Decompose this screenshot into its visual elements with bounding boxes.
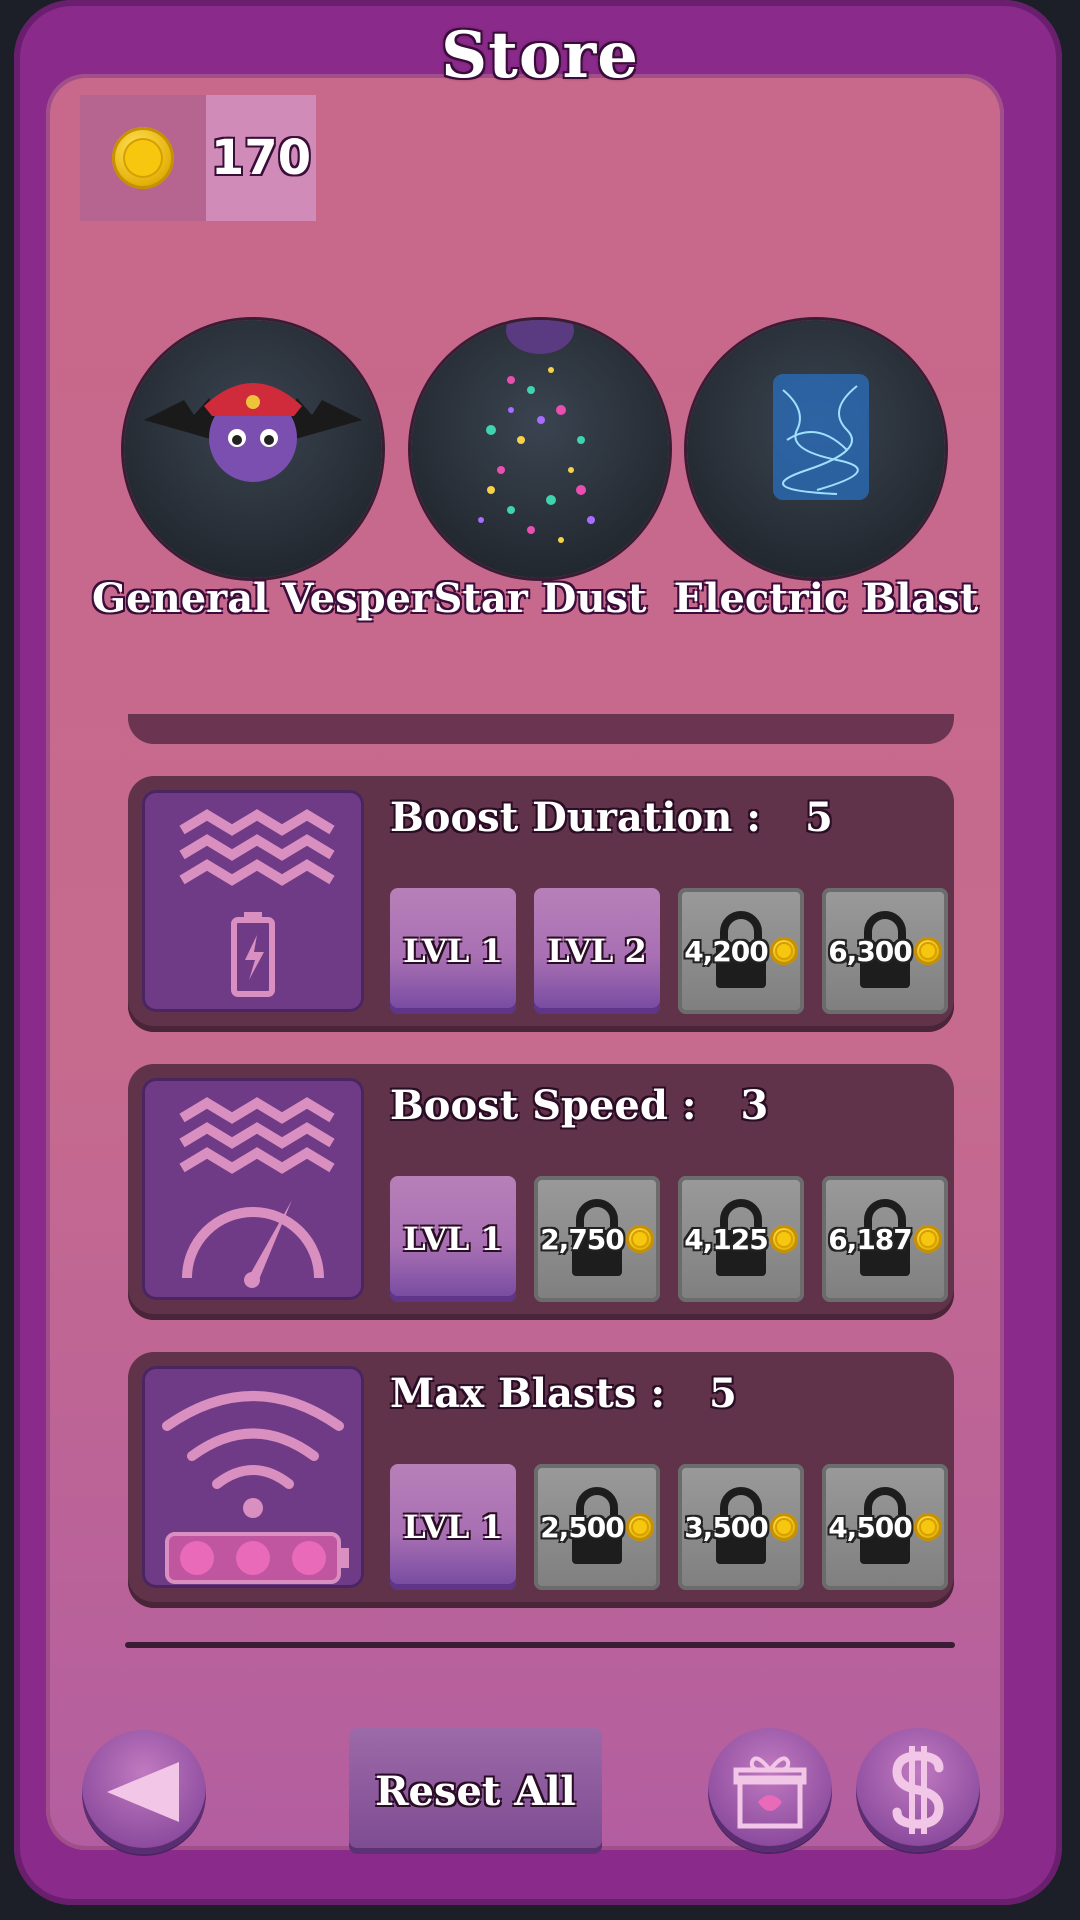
price-label: 4,200 <box>684 935 798 968</box>
level-button-locked[interactable]: 2,750 <box>534 1176 660 1302</box>
coin-icon <box>913 1225 942 1253</box>
level-button-locked[interactable]: 3,500 <box>678 1464 804 1590</box>
level-button-locked[interactable]: 4,125 <box>678 1176 804 1302</box>
upgrade-level-value: 5 <box>804 794 833 841</box>
back-button[interactable] <box>82 1730 206 1854</box>
coin-icon <box>769 937 798 965</box>
back-arrow-icon <box>107 1762 179 1822</box>
featured-item-general-vesper[interactable] <box>124 320 382 578</box>
level-button-locked[interactable]: 4,500 <box>822 1464 948 1590</box>
price-label: 2,750 <box>540 1223 654 1256</box>
coin-icon <box>625 1513 654 1541</box>
level-button-owned[interactable]: LVL 2 <box>534 888 660 1014</box>
coin-icon-cell <box>80 95 206 221</box>
upgrade-card-partial <box>128 714 954 744</box>
bat-character-icon <box>144 383 362 482</box>
coin-icon <box>913 1513 942 1541</box>
upgrade-level-value: 3 <box>740 1082 769 1129</box>
coin-icon <box>769 1513 798 1541</box>
list-divider <box>125 1642 955 1648</box>
coin-icon <box>913 937 942 965</box>
gift-icon <box>733 1756 807 1829</box>
featured-label-general-vesper: General Vesper <box>92 575 433 622</box>
featured-label-star-dust: Star Dust <box>433 575 647 622</box>
upgrade-card-boost-speed: Boost Speed : 3 LVL 1 2,750 4,125 6,187 <box>128 1064 954 1320</box>
level-button-owned[interactable]: LVL 1 <box>390 888 516 1014</box>
upgrades-list[interactable]: Boost Duration : 5 LVL 1 LVL 2 4,200 6,3… <box>120 714 960 1646</box>
purchase-coins-button[interactable] <box>856 1728 980 1852</box>
boost-speed-icon <box>142 1078 364 1300</box>
max-blasts-icon <box>142 1366 364 1588</box>
level-button-locked[interactable]: 2,500 <box>534 1464 660 1590</box>
price-label: 3,500 <box>684 1511 798 1544</box>
price-label: 2,500 <box>540 1511 654 1544</box>
coin-icon <box>112 127 174 189</box>
coin-icon <box>625 1225 654 1253</box>
coin-icon <box>769 1225 798 1253</box>
coin-balance: 170 <box>80 95 316 221</box>
dollar-icon <box>892 1746 944 1834</box>
coin-amount: 170 <box>210 130 312 186</box>
upgrade-title-boost-duration: Boost Duration : 5 <box>390 794 833 841</box>
level-button-locked[interactable]: 6,187 <box>822 1176 948 1302</box>
upgrade-card-boost-duration: Boost Duration : 5 LVL 1 LVL 2 4,200 6,3… <box>128 776 954 1032</box>
level-button-locked[interactable]: 6,300 <box>822 888 948 1014</box>
price-label: 6,187 <box>828 1223 942 1256</box>
level-button-owned[interactable]: LVL 1 <box>390 1464 516 1590</box>
featured-item-electric-blast[interactable] <box>687 320 945 578</box>
price-label: 4,500 <box>828 1511 942 1544</box>
page-title: Store <box>441 18 639 93</box>
level-button-owned[interactable]: LVL 1 <box>390 1176 516 1302</box>
sparkle-particles-icon <box>478 320 595 543</box>
price-label: 6,300 <box>828 935 942 968</box>
gift-button[interactable] <box>708 1728 832 1852</box>
upgrade-title-boost-speed: Boost Speed : 3 <box>390 1082 769 1129</box>
reset-all-button[interactable]: Reset All <box>349 1728 602 1854</box>
upgrade-title-max-blasts: Max Blasts : 5 <box>390 1370 737 1417</box>
boost-duration-icon <box>142 790 364 1012</box>
upgrade-card-max-blasts: Max Blasts : 5 LVL 1 2,500 3,500 4,500 <box>128 1352 954 1608</box>
price-label: 4,125 <box>684 1223 798 1256</box>
electric-field-icon <box>773 374 869 500</box>
featured-item-star-dust[interactable] <box>411 320 669 578</box>
featured-label-electric-blast: Electric Blast <box>673 575 979 622</box>
upgrade-level-value: 5 <box>709 1370 737 1417</box>
level-button-locked[interactable]: 4,200 <box>678 888 804 1014</box>
